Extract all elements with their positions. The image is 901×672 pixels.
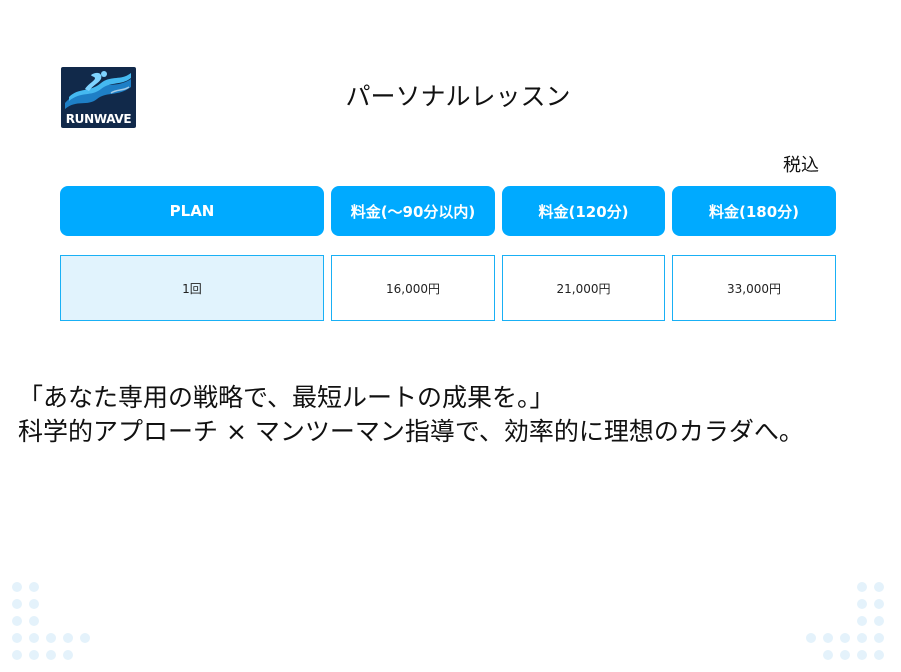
table-cell-plan: 1回 [60,255,324,321]
table-header-price-180: 料金(180分) [672,186,836,236]
logo-text: RUNWAVE [65,112,132,126]
table-header-plan: PLAN [60,186,324,236]
tagline-line-2: 科学的アプローチ × マンツーマン指導で、効率的に理想のカラダへ。 [18,417,804,446]
runwave-logo: RUNWAVE [61,67,136,128]
decor-dots-left [12,582,92,672]
page-title: パーソナルレッスン [345,82,571,111]
wave-runner-icon [65,71,131,109]
table-header-price-120: 料金(120分) [502,186,665,236]
table-cell-price-120: 21,000円 [502,255,665,321]
table-header-price-90: 料金(〜90分以内) [331,186,495,236]
tagline: 「あなた専用の戦略で、最短ルートの成果を。」 科学的アプローチ × マンツーマン… [18,381,804,449]
table-cell-price-180: 33,000円 [672,255,836,321]
table-cell-price-90: 16,000円 [331,255,495,321]
decor-dots-right [806,582,886,672]
tax-included-note: 税込 [783,155,819,176]
tagline-line-1: 「あなた専用の戦略で、最短ルートの成果を。」 [18,383,555,412]
